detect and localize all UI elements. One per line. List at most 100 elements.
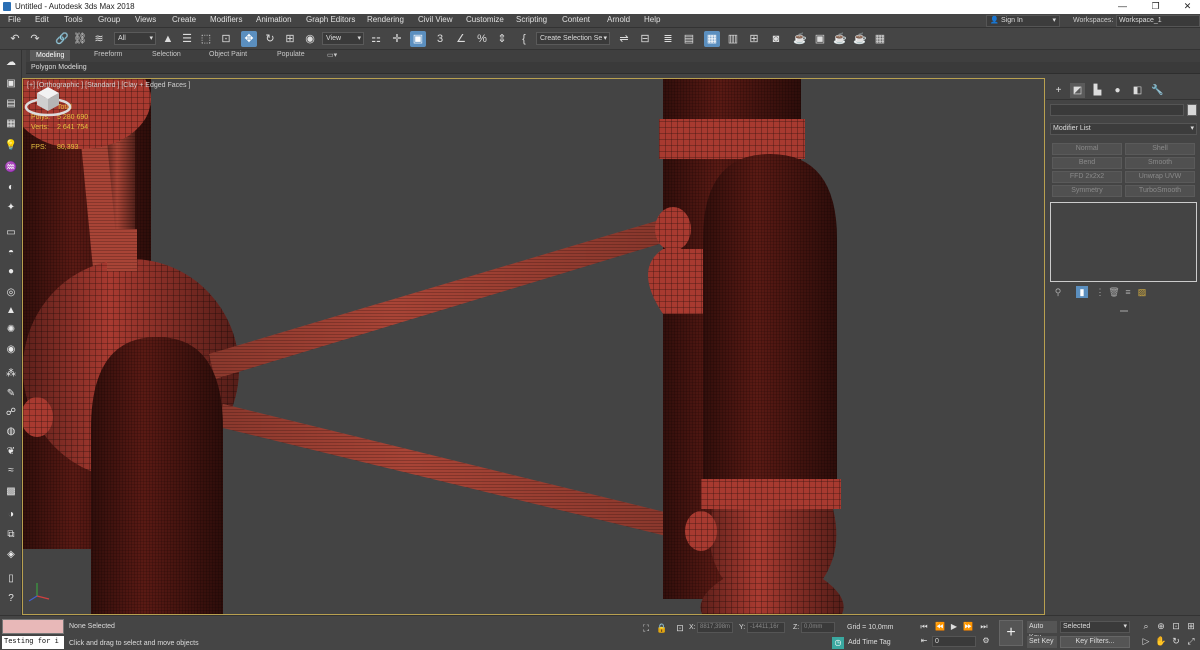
sphere-icon[interactable]: ●	[3, 264, 19, 280]
modifier-bend-button[interactable]: Bend	[1052, 157, 1122, 169]
scene-explorer-icon[interactable]: ▤	[681, 31, 697, 47]
remove-modifier-icon[interactable]: 🗑	[1108, 286, 1120, 298]
time-config-icon[interactable]: ⚙	[980, 635, 992, 647]
reference-coordinate-dropdown[interactable]: View	[322, 32, 364, 45]
mirror-icon[interactable]: ⇌	[616, 31, 632, 47]
modify-tab-icon[interactable]: ◩	[1070, 83, 1085, 98]
box-icon[interactable]: ▭	[3, 225, 19, 241]
utilities-tab-icon[interactable]: 🔧	[1150, 83, 1165, 98]
viewport-layout-icon[interactable]: ▣	[3, 76, 19, 92]
render-setup-icon[interactable]: ☕	[792, 31, 808, 47]
named-selection-dropdown[interactable]: Create Selection Se	[536, 32, 610, 45]
curve-editor-icon[interactable]: ▥	[725, 31, 741, 47]
show-end-result-icon[interactable]: ▮	[1076, 286, 1088, 298]
maximize-viewport-icon[interactable]: ⤢	[1185, 635, 1197, 647]
polygon-modeling-panel[interactable]: Polygon Modeling	[31, 64, 87, 71]
rect-selection-icon[interactable]: ⬚	[198, 31, 214, 47]
tab-selection[interactable]: Selection	[152, 51, 181, 58]
helper-icon[interactable]: ♒	[3, 160, 19, 176]
time-tag-icon[interactable]: ◷	[832, 637, 844, 649]
menu-help[interactable]: Help	[644, 15, 660, 24]
spinner-snap-icon[interactable]: ⇕	[494, 31, 510, 47]
menu-arnold[interactable]: Arnold	[607, 15, 630, 24]
x-coordinate-field[interactable]: 8817,398m	[697, 622, 733, 633]
align-icon[interactable]: ⊟	[637, 31, 653, 47]
layer-icon[interactable]: ▤	[3, 96, 19, 112]
ribbon-options-icon[interactable]: ▭▾	[327, 51, 337, 59]
object-color-swatch[interactable]	[1187, 104, 1197, 116]
ribbon-toggle-icon[interactable]: ▦	[704, 31, 720, 47]
zoom-extents-icon[interactable]: ⊡	[1170, 620, 1182, 632]
menu-customize[interactable]: Customize	[466, 15, 504, 24]
modifier-smooth-button[interactable]: Smooth	[1125, 157, 1195, 169]
auto-key-button[interactable]: Auto Key	[1027, 621, 1057, 641]
absolute-mode-icon[interactable]: ⊡	[674, 622, 686, 634]
next-frame-icon[interactable]: ⏩	[962, 621, 974, 633]
current-frame-field[interactable]: 0	[932, 636, 976, 647]
bind-spacewarp-icon[interactable]: ≋	[91, 31, 107, 47]
env-sphere-icon[interactable]: ◑	[3, 507, 19, 523]
modifier-symmetry-button[interactable]: Symmetry	[1052, 185, 1122, 197]
rendered-frame-icon[interactable]: ▣	[812, 31, 828, 47]
modifier-unwrap-uvw-button[interactable]: Unwrap UVW	[1125, 171, 1195, 183]
cone-icon[interactable]: ▲	[3, 303, 19, 319]
maximize-button[interactable]: ❐	[1143, 0, 1168, 14]
sign-in-button[interactable]: Sign In ▾ 👤	[986, 15, 1060, 27]
field-of-view-icon[interactable]: ▷	[1140, 635, 1152, 647]
menu-edit[interactable]: Edit	[35, 15, 49, 24]
minimize-button[interactable]: —	[1110, 0, 1135, 14]
object-name-field[interactable]	[1050, 104, 1184, 116]
key-mode-icon[interactable]: ⇤	[918, 635, 930, 647]
window-crossing-icon[interactable]: ⊡	[218, 31, 234, 47]
modifier-normal-button[interactable]: Normal	[1052, 143, 1122, 155]
hair-icon[interactable]: ≈	[3, 463, 19, 479]
viewport[interactable]: [+] [Orthographic ] [Standard ] [Clay + …	[22, 78, 1045, 615]
selection-filter-dropdown[interactable]: All	[114, 32, 156, 45]
orbit-icon[interactable]: ↻	[1170, 635, 1182, 647]
modifier-list-dropdown[interactable]: Modifier List	[1050, 123, 1197, 135]
set-key-button[interactable]: Set Key	[1027, 636, 1057, 648]
y-coordinate-field[interactable]: -14411,16r	[747, 622, 785, 633]
menu-file[interactable]: File	[8, 15, 21, 24]
workspace-select[interactable]: Workspace_1	[1116, 15, 1200, 27]
biped-icon[interactable]: ☍	[3, 405, 19, 421]
render-production-icon[interactable]: ☕	[832, 31, 848, 47]
play-icon[interactable]: ▶	[948, 621, 960, 633]
pin-stack-icon[interactable]: ⚲	[1052, 286, 1064, 298]
dropper-icon[interactable]: ✎	[3, 386, 19, 402]
panel-resize-handle[interactable]	[1120, 310, 1128, 312]
menu-tools[interactable]: Tools	[64, 15, 83, 24]
add-time-tag[interactable]: Add Time Tag	[848, 639, 891, 646]
globe-icon[interactable]: ◍	[3, 424, 19, 440]
view-align-icon[interactable]: ⧉	[3, 527, 19, 543]
move-icon[interactable]: ✥	[241, 31, 257, 47]
menu-group[interactable]: Group	[98, 15, 120, 24]
dome-icon[interactable]: ◓	[3, 245, 19, 261]
render-cloud-icon[interactable]: ▦	[872, 31, 888, 47]
maxscript-mini-listener[interactable]	[2, 619, 64, 634]
light-icon[interactable]: 💡	[3, 138, 19, 154]
set-key-big-icon[interactable]: +	[999, 620, 1023, 646]
link-icon[interactable]: 🔗	[54, 31, 70, 47]
hierarchy-tab-icon[interactable]: ▙	[1090, 83, 1105, 98]
menu-civil-view[interactable]: Civil View	[418, 15, 453, 24]
modifier-shell-button[interactable]: Shell	[1125, 143, 1195, 155]
listener-output[interactable]: Testing for i	[2, 636, 64, 649]
menu-create[interactable]: Create	[172, 15, 196, 24]
display-icon[interactable]: ☁	[3, 55, 19, 71]
menu-modifiers[interactable]: Modifiers	[210, 15, 242, 24]
modifier-stack[interactable]	[1050, 202, 1197, 282]
keyboard-shortcut-icon[interactable]: ▣	[410, 31, 426, 47]
key-selection-dropdown[interactable]: Selected	[1060, 621, 1130, 633]
pan-icon[interactable]: ✋	[1155, 635, 1167, 647]
scale-icon[interactable]: ⊞	[282, 31, 298, 47]
lock-selection-icon[interactable]: 🔒	[656, 622, 668, 634]
menu-content[interactable]: Content	[562, 15, 590, 24]
key-filters-button[interactable]: Key Filters...	[1060, 636, 1130, 648]
edit-named-sets-icon[interactable]: {	[516, 31, 532, 47]
placement-icon[interactable]: ◉	[302, 31, 318, 47]
redo-icon[interactable]: ↷	[27, 31, 43, 47]
isolate-icon[interactable]: ⛶	[640, 622, 652, 634]
plant-icon[interactable]: ❦	[3, 444, 19, 460]
previous-frame-icon[interactable]: ⏪	[934, 621, 946, 633]
